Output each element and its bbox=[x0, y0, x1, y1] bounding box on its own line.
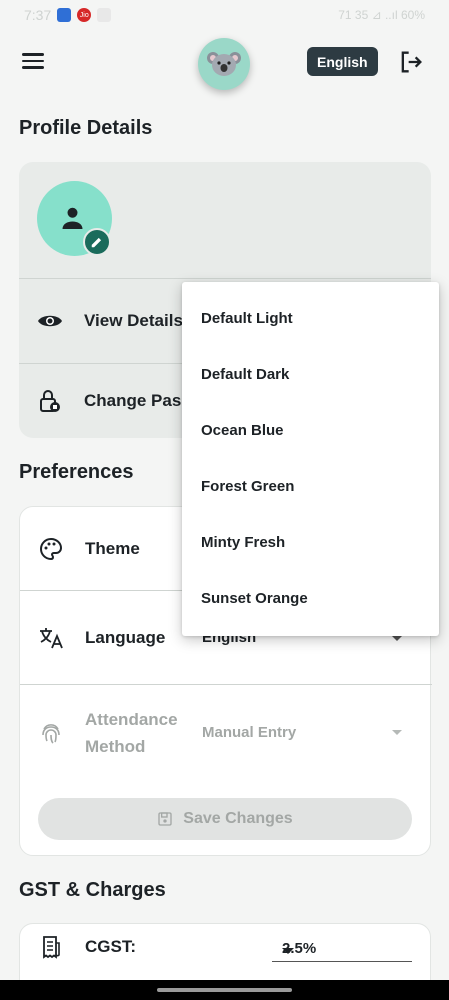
language-button[interactable]: English bbox=[307, 47, 378, 76]
edit-avatar-button[interactable] bbox=[83, 228, 111, 256]
attendance-method-value: Manual Entry bbox=[202, 724, 297, 741]
translate-icon bbox=[38, 625, 64, 651]
notification-icon bbox=[97, 8, 112, 22]
theme-label: Theme bbox=[85, 538, 140, 558]
eye-icon bbox=[37, 308, 63, 334]
save-changes-button[interactable]: Save Changes bbox=[38, 798, 412, 840]
carrier-badge: Jio bbox=[77, 8, 92, 22]
view-details-label: View Details bbox=[84, 311, 183, 330]
menu-icon[interactable] bbox=[20, 50, 46, 72]
status-time: 7:37 bbox=[24, 7, 52, 23]
cgst-label: CGST: bbox=[85, 937, 136, 956]
theme-option-minty-fresh[interactable]: Minty Fresh bbox=[182, 514, 439, 570]
theme-option-sunset-orange[interactable]: Sunset Orange bbox=[182, 570, 439, 626]
theme-option-forest-green[interactable]: Forest Green bbox=[182, 458, 439, 514]
status-indicators: 71 35 ⊿ ..ıl 60% bbox=[338, 8, 425, 22]
save-icon bbox=[158, 812, 172, 826]
profile-section-title: Profile Details bbox=[19, 117, 153, 139]
app-bar: English bbox=[0, 34, 449, 90]
koala-avatar[interactable] bbox=[198, 38, 250, 90]
preferences-section-title: Preferences bbox=[19, 461, 134, 483]
theme-dropdown-menu: Default Light Default Dark Ocean Blue Fo… bbox=[182, 282, 439, 636]
lock-icon bbox=[37, 388, 63, 414]
palette-icon bbox=[38, 536, 64, 562]
attendance-label-line2: Method bbox=[85, 737, 146, 756]
caret-down-icon bbox=[392, 636, 402, 641]
receipt-icon bbox=[38, 934, 64, 960]
cgst-select[interactable]: 2.5% bbox=[272, 938, 412, 962]
attendance-method-label: Attendance Method bbox=[85, 706, 178, 760]
theme-option-default-dark[interactable]: Default Dark bbox=[182, 346, 439, 402]
caret-down-icon bbox=[282, 948, 294, 954]
pencil-icon bbox=[91, 237, 102, 248]
change-password-label: Change Pas bbox=[84, 391, 182, 410]
status-bar: 7:37 Jio 71 35 ⊿ ..ıl 60% bbox=[0, 0, 449, 30]
caret-down-icon bbox=[392, 730, 402, 735]
logout-icon[interactable] bbox=[397, 48, 425, 76]
theme-option-default-light[interactable]: Default Light bbox=[182, 290, 439, 346]
fingerprint-icon bbox=[38, 720, 64, 746]
cgst-row[interactable]: CGST: 2.5% bbox=[20, 924, 432, 970]
save-changes-label: Save Changes bbox=[183, 810, 293, 827]
attendance-label-line1: Attendance bbox=[85, 710, 178, 729]
attendance-method-row[interactable]: Attendance Method Manual Entry bbox=[20, 685, 432, 780]
gst-section-title: GST & Charges bbox=[19, 879, 166, 901]
system-nav-bar bbox=[0, 980, 449, 1000]
person-icon bbox=[62, 207, 82, 229]
language-label: Language bbox=[85, 627, 166, 647]
home-gesture-pill[interactable] bbox=[157, 988, 292, 992]
app-notification-icon bbox=[57, 8, 72, 22]
theme-option-ocean-blue[interactable]: Ocean Blue bbox=[182, 402, 439, 458]
